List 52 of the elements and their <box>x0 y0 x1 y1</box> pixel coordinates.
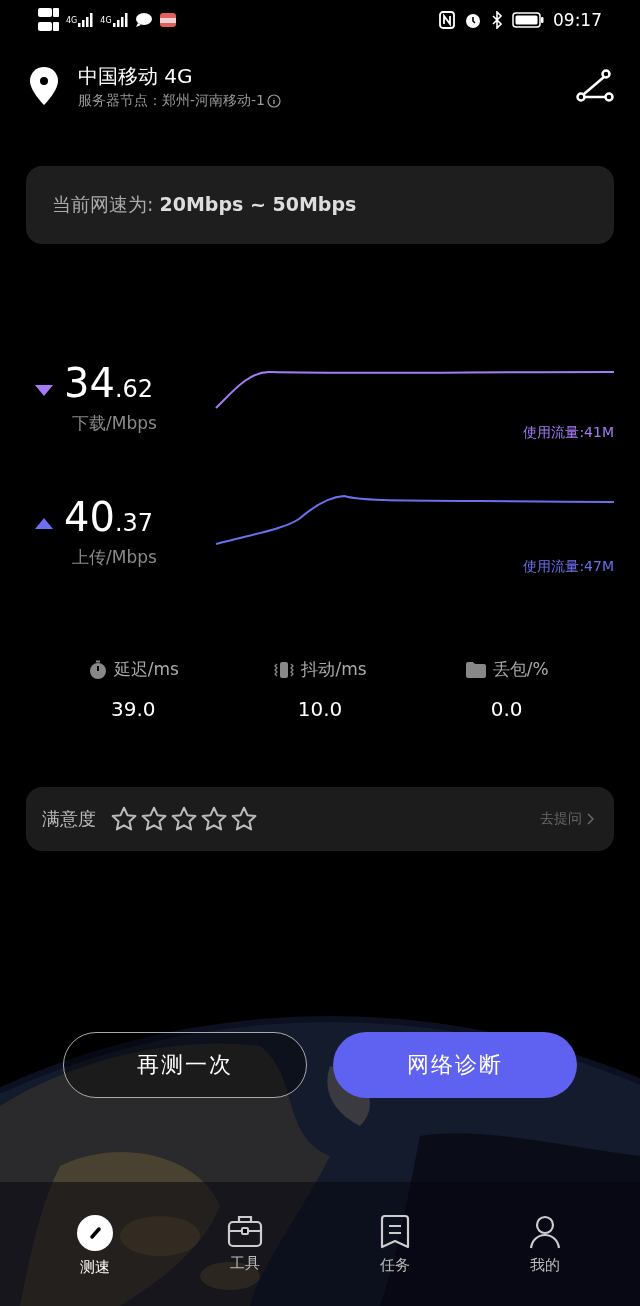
vibration-icon <box>273 659 296 680</box>
folder-icon <box>464 660 487 679</box>
speed-unit: 上传/Mbps <box>72 546 158 569</box>
clock-time: 09:17 <box>553 10 602 30</box>
data-usage: 使用流量:41M <box>523 424 614 442</box>
star-icon <box>170 806 198 832</box>
nav-tab[interactable]: 工具 <box>200 1182 290 1306</box>
nav-tab[interactable]: 我的 <box>500 1182 590 1306</box>
battery-icon <box>512 12 544 28</box>
star-icon <box>230 806 258 832</box>
network-name: 中国移动 4G <box>78 62 194 90</box>
metric-label: 丢包/% <box>492 658 549 681</box>
metric-label: 延迟/ms <box>113 658 179 681</box>
bluetooth-icon <box>491 11 503 29</box>
speedometer-icon <box>76 1214 114 1252</box>
bookmark-list-icon <box>379 1214 411 1250</box>
location-pin-icon <box>28 66 60 106</box>
metric-value: 10.0 <box>297 697 343 721</box>
star-icon <box>140 806 168 832</box>
nfc-icon <box>439 11 455 29</box>
speed-decimal: .62 <box>114 375 154 403</box>
star-icon <box>200 806 228 832</box>
speed-decimal: .37 <box>114 509 154 537</box>
chevron-right-icon <box>586 813 594 825</box>
route-icon[interactable] <box>576 69 614 103</box>
briefcase-icon <box>227 1214 263 1248</box>
signal-icon <box>78 13 95 27</box>
data-usage: 使用流量:47M <box>523 558 614 576</box>
metric-value: 0.0 <box>490 697 523 721</box>
stopwatch-icon <box>87 659 108 680</box>
satisfaction-label: 满意度 <box>42 807 96 831</box>
speed-value: 34 <box>64 360 115 406</box>
info-icon <box>267 93 281 108</box>
down-triangle-icon <box>34 383 54 397</box>
server-label: 服务器节点：郑州-河南移动-1 <box>78 91 265 110</box>
app-icon <box>158 12 177 28</box>
signal-icon <box>112 13 129 27</box>
alarm-icon <box>464 11 482 29</box>
star-icon <box>110 806 138 832</box>
nav-tab[interactable]: 任务 <box>350 1182 440 1306</box>
retest-button[interactable]: 再测一次 <box>63 1032 307 1098</box>
up-triangle-icon <box>34 517 54 531</box>
network-type: 4G <box>66 15 78 25</box>
speed-unit: 下载/Mbps <box>72 412 158 435</box>
speed-value: 40 <box>64 494 115 540</box>
speed-estimate: 当前网速为: 20Mbps ~ 50Mbps <box>52 192 357 217</box>
person-icon <box>528 1214 562 1250</box>
chat-bubble-icon <box>134 12 153 28</box>
metric-value: 39.0 <box>111 697 156 721</box>
diagnose-button[interactable]: 网络诊断 <box>333 1032 577 1098</box>
metric-label: 抖动/ms <box>301 658 367 681</box>
network-type: 4G <box>100 15 112 25</box>
